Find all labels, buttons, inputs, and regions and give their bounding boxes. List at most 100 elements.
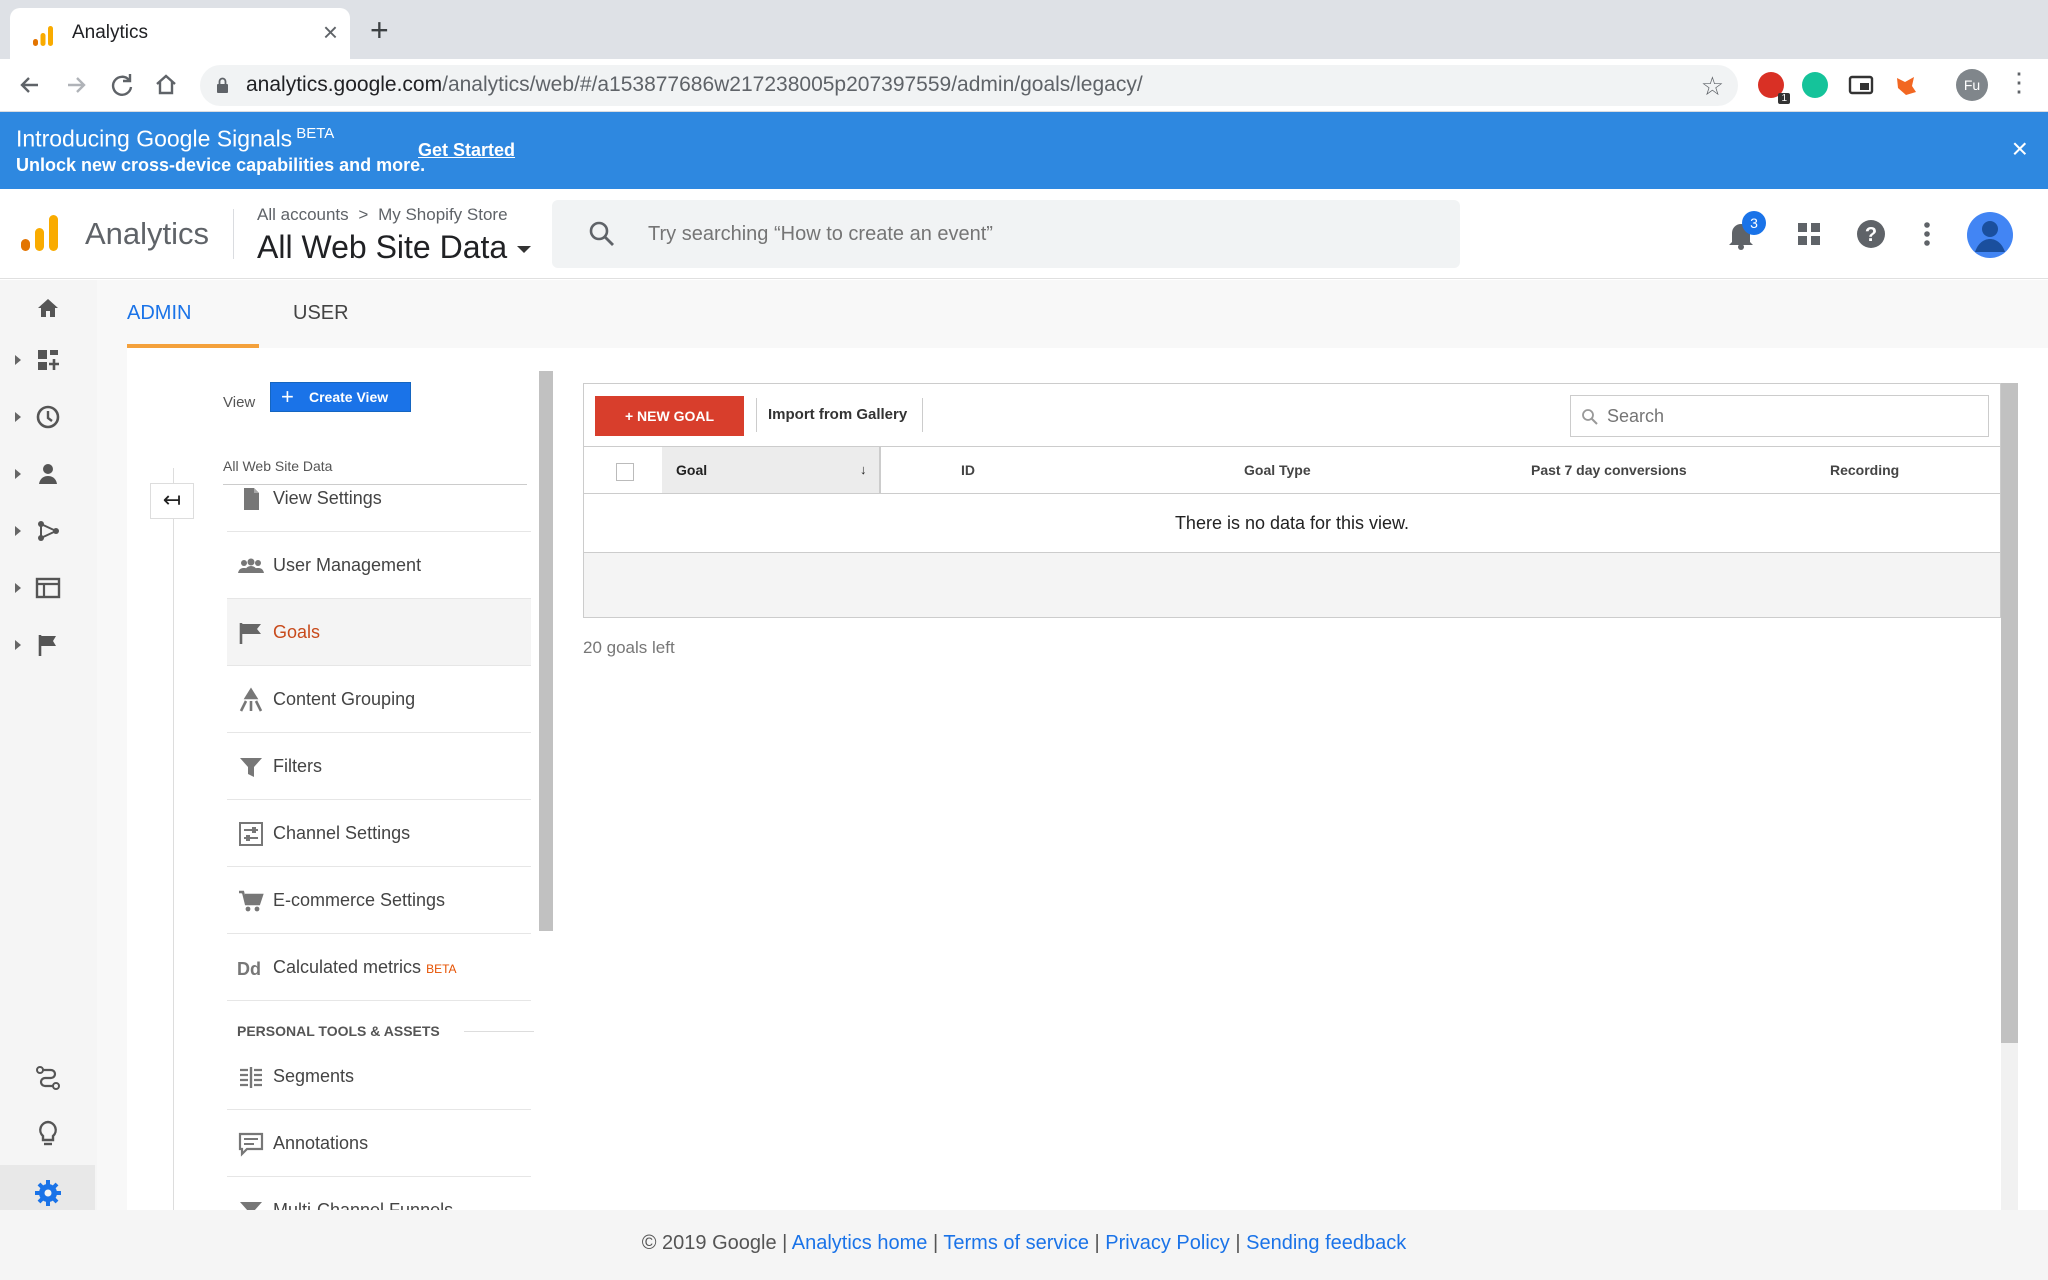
segments-icon	[240, 1067, 262, 1088]
view-selector[interactable]: All Web Site Data	[257, 229, 532, 266]
empty-state-row: There is no data for this view.	[584, 494, 2000, 553]
conversions-flag-icon[interactable]	[30, 627, 66, 663]
banner-beta-badge: BETA	[296, 125, 335, 142]
column-header-goal[interactable]: Goal ↓	[662, 447, 879, 493]
account-breadcrumb[interactable]: All accounts > My Shopify Store	[257, 205, 508, 225]
admin-gear-icon[interactable]	[30, 1175, 66, 1211]
url-host: analytics.google.com	[246, 73, 443, 96]
expand-arrow-icon[interactable]	[15, 469, 21, 479]
import-from-gallery-button[interactable]: Import from Gallery	[768, 406, 907, 423]
goals-remaining: 20 goals left	[583, 638, 675, 657]
expand-arrow-icon[interactable]	[15, 526, 21, 536]
menu-item-calculated-metrics[interactable]: Dd Calculated metrics BETA	[227, 934, 531, 1001]
acquisition-icon[interactable]	[30, 513, 66, 549]
menu-item-ecommerce-settings[interactable]: E-commerce Settings	[227, 867, 531, 934]
expand-arrow-icon[interactable]	[15, 412, 21, 422]
privacy-link[interactable]: Privacy Policy	[1105, 1232, 1229, 1254]
back-arrow-icon[interactable]	[12, 67, 48, 103]
expand-arrow-icon[interactable]	[15, 640, 21, 650]
expand-arrow-icon[interactable]	[15, 355, 21, 365]
chevron-right-icon: >	[358, 205, 369, 224]
svg-text:?: ?	[1865, 224, 1877, 246]
analytics-search-input[interactable]	[648, 216, 1428, 252]
grammarly-icon[interactable]	[1802, 72, 1828, 98]
menu-item-multi-channel-funnels[interactable]: Multi-Channel Funnels	[227, 1177, 531, 1211]
browser-tab[interactable]: Analytics ×	[10, 8, 350, 59]
new-goal-button[interactable]: + NEW GOAL	[595, 396, 744, 436]
home-icon[interactable]	[148, 67, 184, 103]
calculated-metrics-dd-icon: Dd	[237, 959, 261, 979]
sort-down-arrow-icon: ↓	[860, 462, 867, 477]
analytics-logo-icon[interactable]	[20, 213, 60, 253]
divider	[756, 398, 757, 432]
breadcrumb-store[interactable]: My Shopify Store	[378, 205, 507, 224]
person-icon	[1975, 221, 2005, 252]
analytics-search[interactable]	[552, 200, 1460, 268]
forward-arrow-icon[interactable]	[58, 67, 94, 103]
extension-fox-icon[interactable]	[1893, 72, 1919, 98]
menu-item-annotations[interactable]: Annotations	[227, 1110, 531, 1177]
menu-scrollbar[interactable]	[539, 371, 553, 931]
personal-tools-heading: PERSONAL TOOLS & ASSETS	[227, 1001, 534, 1043]
apps-grid-icon[interactable]	[1790, 215, 1828, 253]
menu-item-label: Segments	[273, 1066, 355, 1086]
home-nav-icon[interactable]	[30, 290, 66, 326]
close-tab-icon[interactable]: ×	[323, 18, 338, 46]
address-bar[interactable]: analytics.google.com/analytics/web/#/a15…	[200, 65, 1738, 106]
behavior-icon[interactable]	[30, 570, 66, 606]
customization-icon[interactable]	[30, 342, 66, 378]
account-avatar[interactable]	[1967, 212, 2013, 258]
goals-table-header: Goal ↓ ID Goal Type Past 7 day conversio…	[584, 447, 2000, 494]
content-grouping-icon	[239, 687, 263, 712]
feedback-link[interactable]: Sending feedback	[1246, 1232, 1406, 1254]
terms-link[interactable]: Terms of service	[943, 1232, 1089, 1254]
banner-title: Introducing Google Signals BETA	[16, 125, 334, 153]
bookmark-star-icon[interactable]: ☆	[1701, 71, 1724, 102]
extension-badge-count: 1	[1778, 93, 1790, 104]
menu-item-channel-settings[interactable]: Channel Settings	[227, 800, 531, 867]
help-icon[interactable]: ?	[1852, 215, 1890, 253]
select-all-checkbox[interactable]	[616, 463, 634, 481]
new-tab-button[interactable]: +	[370, 14, 389, 46]
menu-item-label: Goals	[273, 622, 321, 642]
extension-badge-icon[interactable]: 1	[1758, 72, 1790, 104]
expand-arrow-icon[interactable]	[15, 583, 21, 593]
insights-lightbulb-icon[interactable]	[30, 1115, 66, 1151]
browser-tab-title: Analytics	[72, 22, 149, 43]
column-header-goal-type[interactable]: Goal Type	[1244, 462, 1311, 478]
tab-user[interactable]: USER	[293, 302, 349, 325]
browser-menu-icon[interactable]: ⋮	[2006, 67, 2032, 98]
profile-avatar[interactable]: Fu	[1956, 69, 1988, 101]
attribution-icon[interactable]	[30, 1060, 66, 1096]
signals-banner: Introducing Google Signals BETA Unlock ne…	[0, 112, 2048, 189]
menu-item-filters[interactable]: Filters	[227, 733, 531, 800]
menu-item-content-grouping[interactable]: Content Grouping	[227, 666, 531, 733]
column-header-past-7-day[interactable]: Past 7 day conversions	[1531, 462, 1687, 478]
analytics-home-link[interactable]: Analytics home	[792, 1232, 928, 1254]
column-header-id[interactable]: ID	[961, 462, 975, 478]
banner-close-icon[interactable]: ×	[2012, 134, 2028, 164]
goals-search-input[interactable]	[1607, 404, 1977, 428]
picture-in-picture-icon[interactable]	[1848, 72, 1874, 98]
more-vert-icon[interactable]	[1908, 215, 1946, 253]
footer-sep: |	[1235, 1232, 1241, 1254]
menu-item-segments[interactable]: Segments	[227, 1043, 531, 1110]
menu-item-goals[interactable]: Goals	[227, 599, 531, 666]
audience-person-icon[interactable]	[30, 456, 66, 492]
column-header-recording[interactable]: Recording	[1830, 462, 1899, 478]
realtime-clock-icon[interactable]	[30, 399, 66, 435]
menu-item-label: Annotations	[273, 1133, 369, 1153]
copyright: © 2019 Google |	[641, 1232, 788, 1254]
footer-sep: |	[932, 1232, 939, 1254]
menu-item-user-management[interactable]: User Management	[227, 532, 531, 599]
back-arrow-button[interactable]: ↤	[150, 483, 194, 519]
menu-item-view-settings[interactable]: View Settings	[227, 465, 531, 532]
content-scrollbar[interactable]	[2001, 383, 2018, 1043]
analytics-favicon-icon	[33, 26, 53, 46]
goals-search[interactable]	[1570, 395, 1989, 437]
get-started-link[interactable]: Get Started	[418, 140, 515, 161]
reload-icon[interactable]	[104, 67, 140, 103]
breadcrumb-all-accounts[interactable]: All accounts	[257, 205, 349, 224]
create-view-button[interactable]: + Create View	[270, 382, 411, 412]
tab-admin[interactable]: ADMIN	[127, 302, 191, 325]
